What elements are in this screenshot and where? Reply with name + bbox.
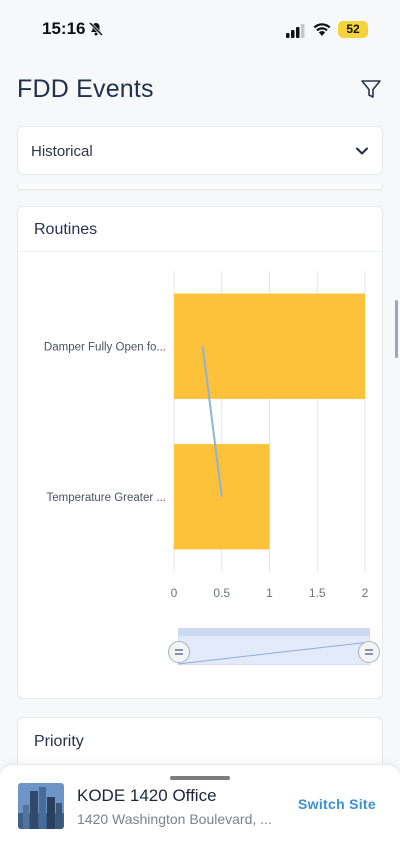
routines-card: Routines 0 0.5 1 1.5 2 Damper Fully Open fo..…	[17, 206, 383, 699]
routines-bar-chart: 0 0.5 1 1.5 2 Damper Fully Open fo... Temperat…	[44, 271, 369, 600]
collapsed-panel-edge	[17, 184, 383, 190]
x-tick-label: 2	[362, 586, 369, 600]
x-tick-label: 0.5	[213, 586, 230, 600]
cellular-signal-icon	[286, 24, 305, 38]
battery-badge: 52	[338, 21, 368, 38]
filter-icon[interactable]	[360, 78, 382, 100]
site-thumbnail	[18, 783, 64, 829]
sheet-grabber[interactable]	[170, 776, 230, 780]
status-bar: 15:16 52	[0, 0, 400, 60]
zoom-slider-start-handle[interactable]	[168, 641, 190, 663]
site-address: 1420 Washington Boulevard, ...	[77, 811, 272, 827]
x-tick-label: 0	[171, 586, 178, 600]
switch-site-button[interactable]: Switch Site	[298, 796, 376, 812]
zoom-slider-preview-line	[178, 641, 370, 665]
status-time: 15:16	[42, 19, 86, 38]
zoom-slider-end-handle[interactable]	[358, 641, 380, 663]
wifi-icon	[313, 23, 331, 36]
site-bottom-sheet: KODE 1420 Office 1420 Washington Bouleva…	[0, 764, 400, 868]
bell-slash-icon	[88, 21, 104, 37]
scroll-indicator	[395, 300, 398, 358]
site-name: KODE 1420 Office	[77, 786, 217, 805]
x-tick-label: 1.5	[309, 586, 326, 600]
period-select-value: Historical	[31, 143, 93, 160]
zoom-slider-bar[interactable]	[178, 628, 370, 636]
priority-card-title: Priority	[34, 733, 84, 750]
y-category-label: Damper Fully Open fo...	[44, 341, 166, 353]
y-category-label: Temperature Greater ...	[46, 492, 166, 504]
page-title: FDD Events	[17, 75, 154, 103]
chevron-down-icon	[356, 147, 368, 155]
x-tick-label: 1	[266, 586, 273, 600]
app-screen: 15:16 52 FDD Events Historical Routines …	[0, 0, 400, 868]
period-select[interactable]: Historical	[17, 126, 383, 175]
